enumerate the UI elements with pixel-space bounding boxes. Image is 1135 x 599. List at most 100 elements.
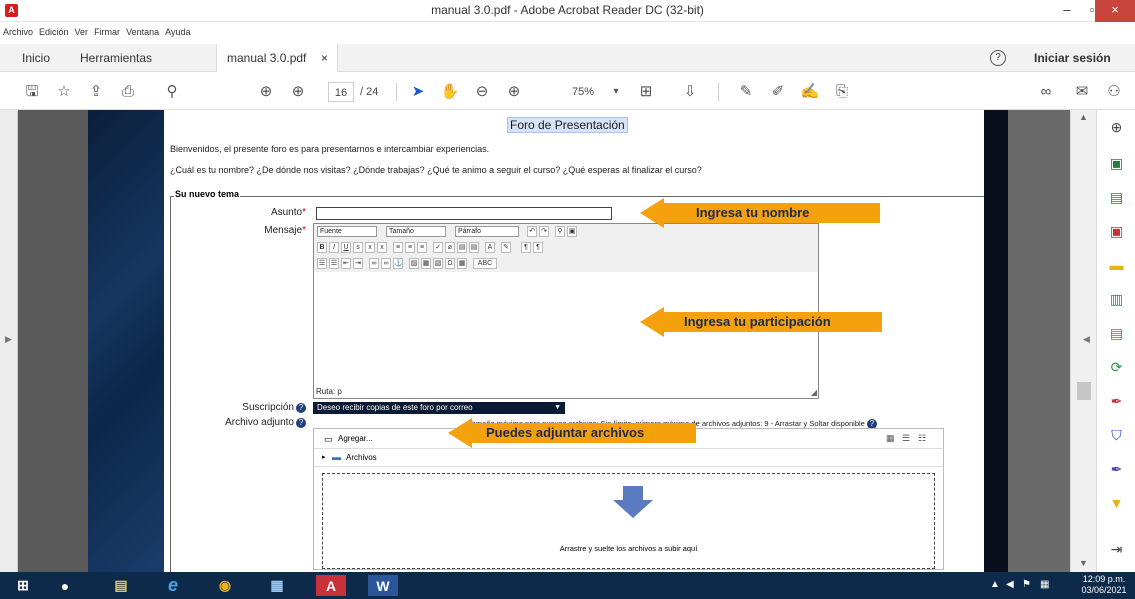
upload-share-icon[interactable]: ⇪ <box>86 82 106 102</box>
undo-icon[interactable]: ↶ <box>527 226 537 237</box>
outdent-icon[interactable]: ⇤ <box>341 258 351 269</box>
word-taskbar-icon[interactable]: W <box>368 575 398 596</box>
folder-path[interactable]: ▸ ▬ Archivos <box>314 449 943 467</box>
menu-ventana[interactable]: Ventana <box>123 23 162 37</box>
subscript-icon[interactable]: x <box>365 242 375 253</box>
menu-edicion[interactable]: Edición <box>36 23 72 37</box>
tab-inicio[interactable]: Inicio <box>22 44 50 72</box>
expand-panel-icon[interactable]: ⇥ <box>1097 540 1135 558</box>
edit-pdf-icon[interactable]: ▤ <box>1097 324 1135 342</box>
fill-sign-tool-icon[interactable]: ✒ <box>1097 392 1135 410</box>
taskbar-clock[interactable]: 12:09 p.m. 03/06/2021 <box>1074 574 1134 596</box>
align-center-icon[interactable]: ≡ <box>405 242 415 253</box>
paragraph-select[interactable]: Párrafo <box>455 226 519 237</box>
clean-format-icon[interactable]: ✓ <box>433 242 443 253</box>
view-icons-icon[interactable]: ▦ <box>886 433 895 444</box>
print-icon[interactable]: ⎙ <box>118 82 138 102</box>
add-file-icon[interactable]: ▭ <box>324 434 333 445</box>
strikethrough-icon[interactable]: s <box>353 242 363 253</box>
export-pdf-icon[interactable]: ▣ <box>1097 154 1135 172</box>
scroll-thumb[interactable] <box>1077 382 1091 400</box>
close-window-button[interactable]: × <box>1095 0 1135 22</box>
view-list-icon[interactable]: ☰ <box>902 433 910 444</box>
numbered-list-icon[interactable]: ☰ <box>329 258 339 269</box>
media-player-icon[interactable]: ● <box>50 575 80 596</box>
size-select[interactable]: Tamaño <box>386 226 446 237</box>
redo-icon[interactable]: ↷ <box>539 226 549 237</box>
tray-arrow-icon[interactable]: ▲ <box>990 579 1000 590</box>
scroll-mode-icon[interactable]: ⇩ <box>680 82 700 102</box>
fill-sign-icon[interactable]: ⎘ <box>832 82 852 102</box>
hand-tool-icon[interactable]: ✋ <box>440 82 460 102</box>
bold-icon[interactable]: B <box>317 242 327 253</box>
help-icon[interactable]: ? <box>296 403 306 413</box>
network-app-icon[interactable]: ▦ <box>262 575 292 596</box>
rtl-icon[interactable]: ¶ <box>533 242 543 253</box>
comment-tool-icon[interactable]: ▬ <box>1097 256 1135 274</box>
bookmark-star-icon[interactable]: ☆ <box>54 82 74 102</box>
page-number-input[interactable]: 16 <box>328 82 354 102</box>
table-icon[interactable]: ▦ <box>457 258 467 269</box>
send-review-icon[interactable]: ⟳ <box>1097 358 1135 376</box>
help-icon[interactable]: ? <box>296 418 306 428</box>
link-icon[interactable]: ∞ <box>369 258 379 269</box>
ltr-icon[interactable]: ¶ <box>521 242 531 253</box>
align-right-icon[interactable]: ≡ <box>417 242 427 253</box>
paste-text-icon[interactable]: ▤ <box>457 242 467 253</box>
scroll-up-icon[interactable]: ▲ <box>1079 112 1088 122</box>
media-icon[interactable]: ▦ <box>421 258 431 269</box>
tab-document[interactable]: manual 3.0.pdf × <box>216 44 338 72</box>
left-navigation-pane[interactable]: ▶ <box>0 110 18 572</box>
organize-pages-icon[interactable]: ▤ <box>1097 188 1135 206</box>
protect-icon[interactable]: ⛉ <box>1097 426 1135 444</box>
fullscreen-icon[interactable]: ▣ <box>567 226 577 237</box>
volume-icon[interactable]: ◀ <box>1006 579 1014 590</box>
align-left-icon[interactable]: ≡ <box>393 242 403 253</box>
menu-ver[interactable]: Ver <box>72 23 92 37</box>
combine-files-icon[interactable]: ▥ <box>1097 290 1135 308</box>
find-icon[interactable]: ⚲ <box>162 82 182 102</box>
indent-icon[interactable]: ⇥ <box>353 258 363 269</box>
view-tree-icon[interactable]: ☷ <box>918 433 926 444</box>
zoom-out-icon[interactable]: ⊖ <box>472 82 492 102</box>
collapse-panel-icon[interactable]: ◀ <box>1083 334 1090 345</box>
minimize-button[interactable]: – <box>1053 0 1081 22</box>
scroll-down-icon[interactable]: ▼ <box>1079 558 1088 568</box>
acrobat-taskbar-icon[interactable]: A <box>316 575 346 596</box>
paste-word-icon[interactable]: ▤ <box>469 242 479 253</box>
zoom-tool-icon[interactable]: ⊕ <box>1097 118 1135 136</box>
italic-icon[interactable]: I <box>329 242 339 253</box>
tab-herramientas[interactable]: Herramientas <box>80 44 152 72</box>
help-icon[interactable]: ? <box>990 50 1006 66</box>
email-icon[interactable]: ✉ <box>1072 82 1092 102</box>
document-viewport[interactable]: ▶ Foro de Presentación Bienvenidos, el p… <box>0 110 1096 572</box>
highlight-pen-icon[interactable]: ✐ <box>768 82 788 102</box>
menu-firmar[interactable]: Firmar <box>91 23 123 37</box>
link-share-icon[interactable]: ∞ <box>1036 82 1056 102</box>
font-select[interactable]: Fuente <box>317 226 377 237</box>
subject-input[interactable] <box>316 207 612 220</box>
text-color-icon[interactable]: A <box>485 242 495 253</box>
unlink-icon[interactable]: ∞ <box>381 258 391 269</box>
signin-button[interactable]: Iniciar sesión <box>1034 51 1111 65</box>
chrome-icon[interactable]: ◉ <box>210 575 240 596</box>
close-tab-icon[interactable]: × <box>321 44 328 72</box>
select-cursor-icon[interactable]: ➤ <box>408 82 428 102</box>
page-fit-icon[interactable]: ⊞ <box>636 82 656 102</box>
erase-icon[interactable]: ⌀ <box>445 242 455 253</box>
internet-explorer-icon[interactable]: e <box>158 575 188 596</box>
add-file-button[interactable]: Agregar... <box>338 434 373 443</box>
sign-icon[interactable]: ✍ <box>800 82 820 102</box>
html-spellcheck-icon[interactable]: ABC <box>473 258 497 269</box>
add-user-icon[interactable]: ⚇ <box>1104 82 1124 102</box>
special-char-icon[interactable]: Ω <box>445 258 455 269</box>
find-replace-icon[interactable]: ⚲ <box>555 226 565 237</box>
menu-archivo[interactable]: Archivo <box>0 23 36 37</box>
resize-handle-icon[interactable]: ◢ <box>811 388 817 397</box>
message-editor[interactable]: Fuente Tamaño Párrafo ↶ ↷ ⚲ ▣ B I U s x … <box>313 223 819 399</box>
background-color-icon[interactable]: ✎ <box>501 242 511 253</box>
zoom-dropdown-icon[interactable]: ▾ <box>606 82 626 102</box>
underline-icon[interactable]: U <box>341 242 351 253</box>
create-pdf-icon[interactable]: ▣ <box>1097 222 1135 240</box>
math-icon[interactable]: ▧ <box>433 258 443 269</box>
